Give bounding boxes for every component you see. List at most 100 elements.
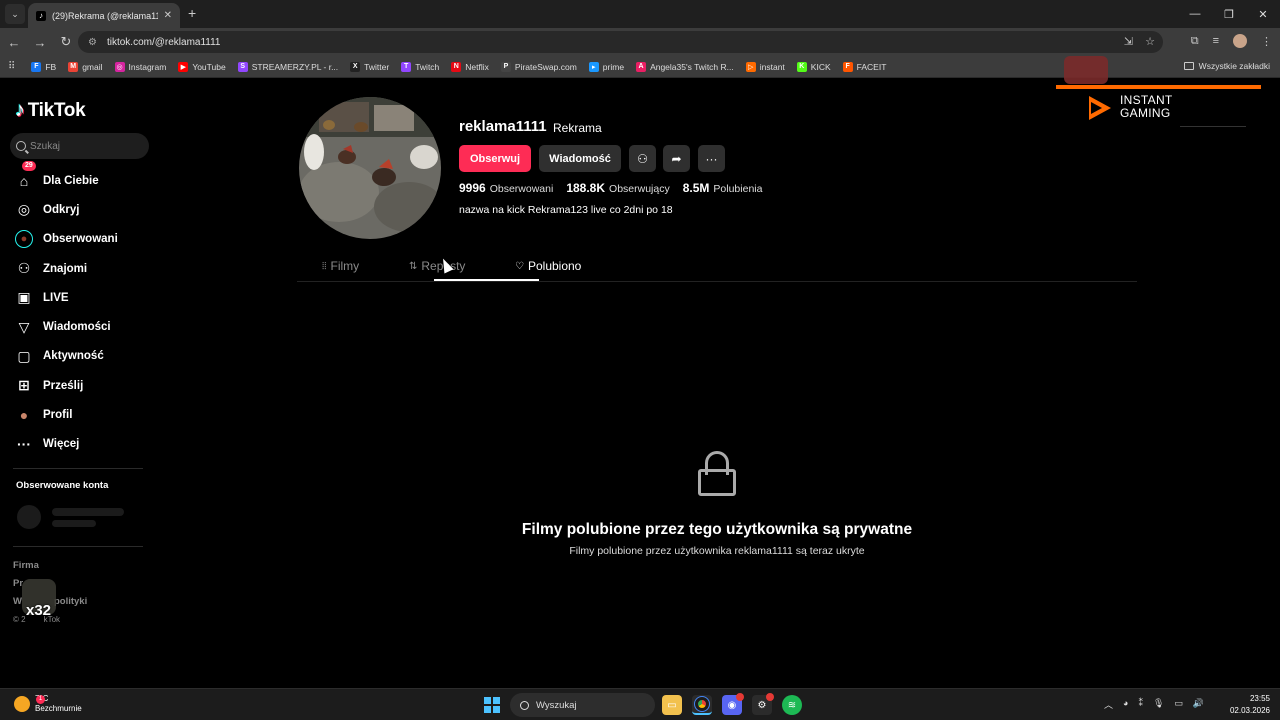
browser-profile-avatar[interactable] [1233, 34, 1247, 48]
nav-item[interactable]: ● Profil [15, 400, 118, 429]
nav-item[interactable]: ● Obserwowani [15, 225, 118, 254]
bookmark-item[interactable]: S STREAMERZY.PL - r... [237, 61, 339, 72]
followed-accounts-title: Obserwowane konta [16, 480, 109, 491]
bookmark-item[interactable]: ▶ YouTube [178, 61, 226, 72]
bookmark-favicon-icon: ▷ [745, 61, 756, 72]
nav-item-label: Obserwowani [43, 233, 118, 246]
volume-icon[interactable]: 🔊 [1193, 698, 1204, 711]
bookmark-item[interactable]: A Angela35's Twitch R... [636, 61, 734, 72]
more-options-button[interactable]: ··· [698, 145, 725, 172]
apps-grid-icon[interactable]: ⠿ [8, 61, 15, 72]
search-icon [16, 141, 26, 151]
bookmark-item[interactable]: P PirateSwap.com [500, 61, 577, 72]
site-info-icon[interactable]: ⚙ [88, 37, 97, 48]
tiktok-sidebar: ♪ TikTok Szukaj ⌂ Dla Ciebie ◎ Odkryj ● Obser… [0, 82, 165, 687]
ad-character-image [1064, 56, 1108, 84]
bookmark-item[interactable]: Mgmail [68, 61, 103, 72]
clock-time: 23:55 [1249, 694, 1270, 703]
windows-start-button[interactable] [484, 697, 500, 713]
file-explorer-icon[interactable]: ▭ [662, 695, 682, 715]
chrome-icon[interactable] [692, 695, 712, 715]
bookmark-label: Twitter [364, 61, 390, 72]
reload-button[interactable]: ↻ [54, 30, 78, 54]
bookmark-item[interactable]: K KICK [796, 61, 831, 72]
bookmark-label: STREAMERZY.PL - r... [251, 61, 339, 72]
profile-username: reklama1111 [459, 118, 547, 135]
nav-item[interactable]: ▽ Wiadomości [15, 312, 118, 341]
suggest-accounts-button[interactable]: ⚇ [629, 145, 656, 172]
footer-company-link[interactable]: Firma [13, 557, 87, 575]
bookmark-favicon-icon: ▶ [178, 61, 189, 72]
bookmark-item[interactable]: N Netflix [451, 61, 489, 72]
all-bookmarks-label: Wszystkie zakładki [1198, 61, 1270, 71]
nav-item[interactable]: ⊞ Prześlij [15, 371, 118, 400]
maximize-button[interactable]: ❐ [1212, 0, 1246, 28]
new-tab-button[interactable]: + [188, 5, 196, 21]
tab-close-icon[interactable]: ✕ [164, 10, 172, 21]
bookmark-star-icon[interactable]: ☆ [1145, 35, 1155, 48]
bookmark-item[interactable]: F FACEIT [842, 61, 886, 72]
hidden-heart-icon: ♡ [515, 260, 524, 272]
reading-list-icon[interactable]: ≡ [1213, 35, 1219, 47]
taskbar-clock[interactable]: 23:55 02.03.2026 [1230, 693, 1270, 717]
likes-stat: 8.5M Polubienia [682, 181, 763, 195]
followers-stat[interactable]: 188.8K Obserwujący [566, 181, 669, 195]
search-input[interactable]: Szukaj [10, 133, 149, 159]
install-app-icon[interactable]: ⇲ [1124, 35, 1133, 48]
network-icon[interactable]: ▭ [1174, 698, 1183, 711]
bookmark-item[interactable]: F FB [31, 61, 56, 72]
ad-divider [1180, 126, 1246, 127]
tray-expand-icon[interactable]: ︿ [1104, 698, 1113, 711]
url-bar[interactable]: ⚙ tiktok.com/@reklama1111 ⇲ ☆ [78, 31, 1163, 53]
discord-tray-icon[interactable]: ◕ [1123, 698, 1128, 711]
tiktok-logo[interactable]: ♪ TikTok [15, 99, 86, 122]
back-button[interactable]: ← [2, 30, 26, 54]
bookmark-item[interactable]: ▷ instant [745, 61, 785, 72]
nav-item[interactable]: ◎ Odkryj [15, 195, 118, 224]
all-bookmarks-button[interactable]: Wszystkie zakładki [1183, 61, 1270, 71]
extensions-icon[interactable]: ⧉ [1191, 35, 1199, 48]
taskbar-search[interactable]: Wyszukaj [510, 693, 655, 717]
nav-item-label: Więcej [43, 438, 80, 451]
browser-tab[interactable]: ♪ (29)Rekrama (@reklama1111) | ✕ [28, 3, 180, 28]
tray-app-icon[interactable]: ⁑ [1138, 698, 1143, 711]
grid-icon: ⦙⦙ [322, 260, 327, 272]
microphone-icon[interactable]: 🎙 [1153, 698, 1164, 711]
window-close-button[interactable]: ✕ [1246, 0, 1280, 28]
steam-icon[interactable]: ⚙ [752, 693, 774, 715]
tab-search-button[interactable]: ⌄ [5, 4, 25, 24]
instant-gaming-ad[interactable]: INSTANT GAMING [1056, 56, 1261, 127]
bookmark-label: Instagram [128, 61, 167, 72]
share-button[interactable]: ➦ [663, 145, 690, 172]
spotify-icon[interactable]: ≋ [782, 695, 802, 715]
tab-title: (29)Rekrama (@reklama1111) | [52, 10, 158, 21]
nav-item[interactable]: ··· Więcej [15, 430, 118, 459]
minimize-button[interactable]: — [1178, 0, 1212, 28]
bookmark-favicon-icon: M [68, 61, 79, 72]
bookmark-item[interactable]: ▸ prime [588, 61, 624, 72]
tab-films[interactable]: ⦙⦙ Filmy [322, 259, 359, 273]
nav-item-label: Aktywność [43, 350, 104, 363]
bookmark-item[interactable]: ◎ Instagram [114, 61, 167, 72]
profile-nickname: Rekrama [553, 121, 602, 135]
browser-menu-icon[interactable]: ⋮ [1261, 35, 1272, 48]
url-text: tiktok.com/@reklama1111 [106, 36, 221, 48]
bookmark-item[interactable]: T Twitch [401, 61, 439, 72]
following-stat[interactable]: 9996 Obserwowani [459, 181, 553, 195]
nav-item[interactable]: ▣ LIVE [15, 283, 118, 312]
loading-line-placeholder [52, 508, 124, 516]
tab-reposts[interactable]: ⇅ Reposty [409, 259, 465, 273]
search-icon [520, 700, 529, 710]
forward-button[interactable]: → [28, 30, 52, 54]
weather-widget[interactable]: 1 7°C Bezchmurnie [14, 694, 82, 714]
discord-icon[interactable]: ◉ [722, 693, 744, 715]
profile-avatar[interactable] [299, 97, 441, 239]
nav-item[interactable]: ⚇ Znajomi [15, 254, 118, 283]
tab-liked[interactable]: ♡ Polubiono [515, 259, 581, 273]
nav-item[interactable]: ▢ 29 Aktywność [15, 161, 118, 371]
bookmark-item[interactable]: X Twitter [350, 61, 390, 72]
message-button[interactable]: Wiadomość [539, 145, 621, 172]
bookmark-favicon-icon: X [350, 61, 361, 72]
bookmark-label: YouTube [192, 61, 226, 72]
follow-button[interactable]: Obserwuj [459, 145, 531, 172]
